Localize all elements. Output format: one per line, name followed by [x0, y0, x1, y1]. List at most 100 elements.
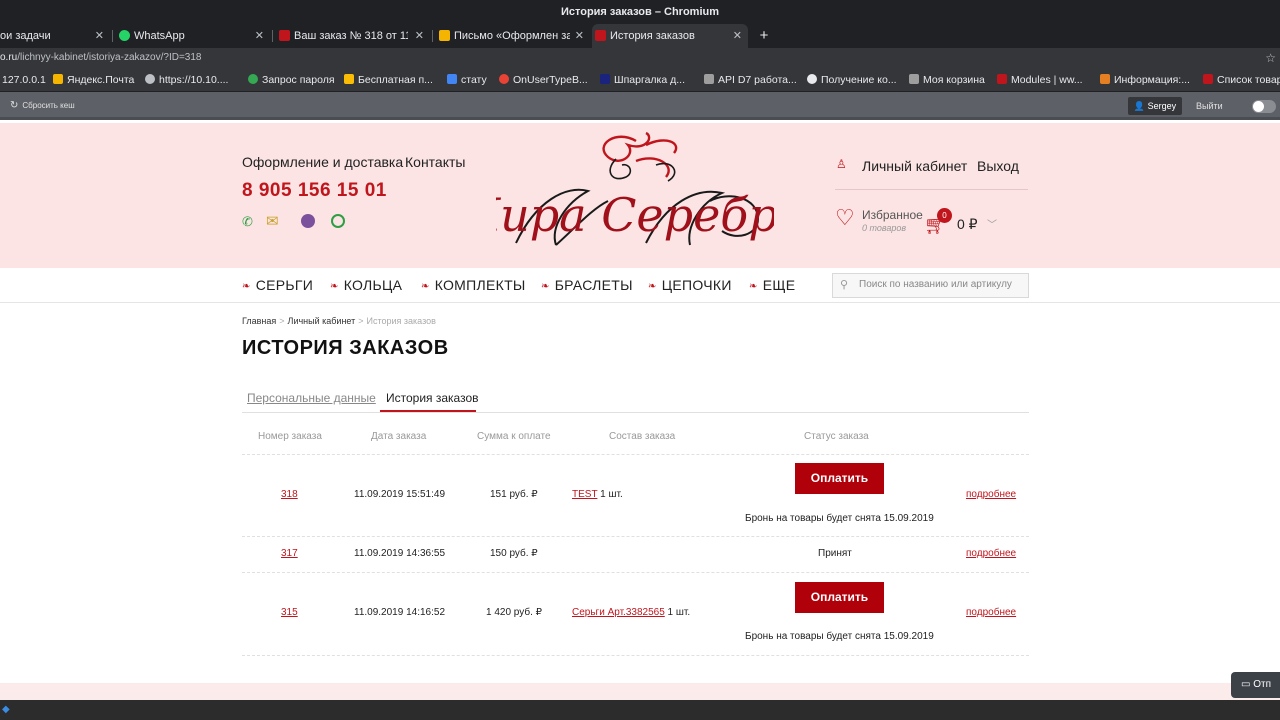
admin-logout-button[interactable]: Выйти [1196, 101, 1223, 111]
jira-icon [600, 74, 610, 84]
tab-label: Письмо «Оформлен зак [454, 30, 570, 42]
new-tab-button[interactable]: + [756, 24, 772, 48]
main-nav: ❧ СЕРЬГИ ❧ КОЛЬЦА ❧ КОМПЛЕКТЫ ❧ БРАСЛЕТЫ ❧ ЦЕ… [0, 268, 1280, 303]
site-logo[interactable]: Кира Серебро [496, 131, 774, 257]
bookmarks-bar: 127.0.0.1 Яндекс.Почта https://10.10....… [0, 70, 1280, 92]
viber-icon[interactable] [301, 214, 315, 228]
phone-icon[interactable]: ✆ [242, 214, 253, 230]
phone-number[interactable]: 8 905 156 15 01 [242, 180, 387, 202]
bookmark-item[interactable]: стату [447, 74, 487, 86]
tab-label: WhatsApp [134, 30, 185, 42]
admin-user-button[interactable]: 👤 Sergey [1128, 97, 1182, 115]
row-divider [242, 454, 1029, 455]
order-details-link[interactable]: подробнее [966, 548, 1016, 559]
cart-badge: 0 [937, 208, 952, 223]
nav-item-more[interactable]: ❧ ЕЩЕ [749, 277, 795, 293]
nav-item-sets[interactable]: ❧ КОМПЛЕКТЫ [421, 277, 526, 293]
browser-tab-active[interactable]: История заказов ✕ [592, 24, 748, 48]
order-number-link[interactable]: 317 [281, 548, 298, 559]
order-number-link[interactable]: 318 [281, 489, 298, 500]
bookmark-item[interactable]: Получение ко... [807, 74, 897, 86]
nav-item-chains[interactable]: ❧ ЦЕПОЧКИ [648, 277, 732, 293]
account-link[interactable]: Личный кабинет [862, 158, 967, 174]
bookmark-label: Шпаргалка д... [614, 74, 686, 86]
bookmark-item[interactable]: Информация:... [1100, 74, 1190, 86]
tab-close-icon[interactable]: ✕ [95, 24, 104, 48]
order-date: 11.09.2019 14:36:55 [354, 548, 446, 559]
favorites-label[interactable]: Избранное [862, 208, 923, 222]
delivery-link[interactable]: Оформление и доставка [242, 154, 403, 170]
cart-sum[interactable]: 0 ₽ [957, 216, 978, 233]
nav-item-rings[interactable]: ❧ КОЛЬЦА [330, 277, 402, 293]
app-icon[interactable]: ◆ [2, 704, 10, 715]
admin-panel: ↻ Сбросить кеш 👤 Sergey Выйти [0, 92, 1280, 120]
nav-item-earrings[interactable]: ❧ СЕРЬГИ [242, 277, 313, 293]
tab-order-history[interactable]: История заказов [386, 391, 479, 405]
order-item-link[interactable]: TEST [572, 489, 597, 500]
bookmark-item[interactable]: Моя корзина [909, 74, 985, 86]
bookmark-favicon-icon [909, 74, 919, 84]
address-bar[interactable]: o.ru/lichnyy-kabinet/istoriya-zakazov/?I… [0, 48, 1280, 70]
breadcrumb-home[interactable]: Главная [242, 316, 276, 326]
reset-cache-label: Сбросить кеш [22, 101, 75, 110]
order-details-link[interactable]: подробнее [966, 607, 1016, 618]
edit-mode-toggle[interactable] [1252, 100, 1276, 113]
heart-icon[interactable]: ♡ [835, 205, 855, 231]
breadcrumb-account[interactable]: Личный кабинет [288, 316, 356, 326]
logout-link[interactable]: Выход [977, 158, 1019, 174]
bookmark-item[interactable]: https://10.10.... [145, 74, 228, 86]
breadcrumb-separator: > [358, 316, 364, 326]
active-tab-indicator [380, 410, 476, 412]
pay-button[interactable]: Оплатить [795, 582, 884, 613]
order-number-link[interactable]: 315 [281, 607, 298, 618]
tab-close-icon[interactable]: ✕ [255, 24, 264, 48]
tab-strip: ои задачи ✕ WhatsApp ✕ Ваш заказ № 318 о… [0, 24, 1280, 48]
pay-button[interactable]: Оплатить [795, 463, 884, 494]
bookmark-item[interactable]: Бесплатная п... [344, 74, 433, 86]
user-icon: ♙ [836, 157, 847, 171]
page-title: ИСТОРИЯ ЗАКАЗОВ [242, 337, 449, 359]
chevron-down-icon[interactable]: ﹀ [987, 216, 997, 231]
reserve-note: Бронь на товары будет снята 15.09.2019 [745, 631, 934, 642]
chat-label: Отп [1253, 679, 1272, 690]
browser-tab[interactable]: Письмо «Оформлен зак ✕ [436, 24, 590, 48]
tab-personal-data[interactable]: Персональные данные [247, 391, 376, 405]
browser-tab[interactable]: WhatsApp ✕ [116, 24, 270, 48]
chat-button[interactable]: ▭ Отп [1231, 672, 1280, 698]
row-divider [242, 572, 1029, 573]
tab-close-icon[interactable]: ✕ [415, 24, 424, 48]
footer-strip [0, 683, 1280, 700]
url-text[interactable]: o.ru/lichnyy-kabinet/istoriya-zakazov/?I… [0, 52, 202, 63]
tab-close-icon[interactable]: ✕ [575, 24, 584, 48]
order-details-link[interactable]: подробнее [966, 489, 1016, 500]
bookmark-item[interactable]: Modules | ww... [997, 74, 1083, 86]
bookmark-label: API D7 работа... [718, 74, 797, 86]
contacts-link[interactable]: Контакты [405, 154, 465, 170]
bookmark-item[interactable]: Шпаргалка д... [600, 74, 685, 86]
search-icon[interactable]: ⚲ [840, 278, 848, 291]
header-divider [835, 189, 1028, 190]
order-item-link[interactable]: Серьги Арт.3382565 [572, 607, 665, 618]
search-input[interactable] [859, 279, 1025, 290]
bookmark-item[interactable]: Яндекс.Почта [53, 74, 134, 86]
bookmark-item[interactable]: API D7 работа... [704, 74, 797, 86]
breadcrumb-current: История заказов [366, 316, 436, 326]
browser-tab[interactable]: Ваш заказ № 318 от 11.09 ✕ [276, 24, 430, 48]
bookmark-item[interactable]: 127.0.0.1 [2, 74, 46, 86]
bookmark-item[interactable]: OnUserTypeB... [499, 74, 588, 86]
browser-tab[interactable]: ои задачи ✕ [0, 24, 110, 48]
bookmark-label: https://10.10.... [159, 74, 229, 86]
key-icon [248, 74, 258, 84]
bookmark-item[interactable]: Запрос пароля [248, 74, 335, 86]
whatsapp-icon[interactable] [331, 214, 345, 228]
bookmark-star-icon[interactable]: ☆ [1265, 51, 1276, 65]
tab-close-icon[interactable]: ✕ [733, 24, 742, 48]
nav-item-label: СЕРЬГИ [255, 277, 314, 293]
flower-icon: ❧ [242, 281, 251, 292]
site-header: Оформление и доставка Контакты 8 905 156… [0, 123, 1280, 268]
reset-cache-button[interactable]: ↻ Сбросить кеш [10, 100, 75, 111]
bookmark-item[interactable]: Список товар [1203, 74, 1280, 86]
mail-icon[interactable]: ✉ [266, 212, 279, 230]
mail-icon [439, 30, 450, 41]
nav-item-bracelets[interactable]: ❧ БРАСЛЕТЫ [541, 277, 633, 293]
